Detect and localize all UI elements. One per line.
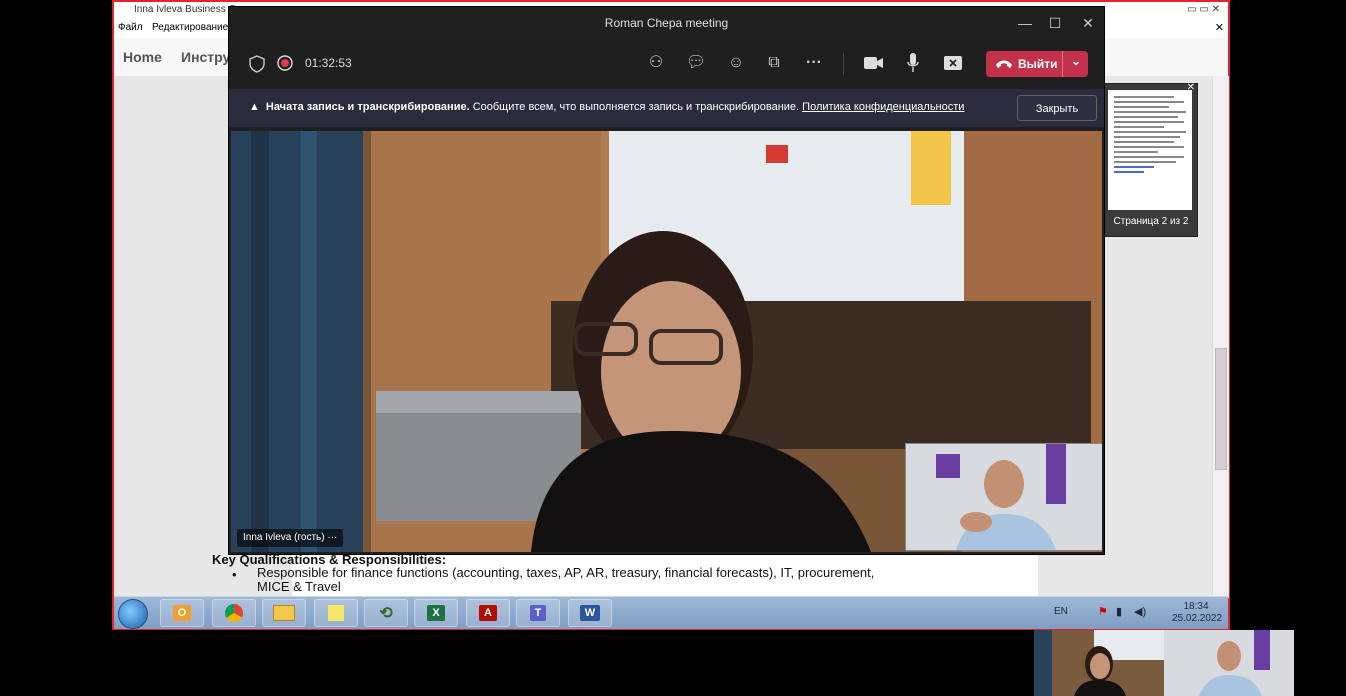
thumbnail-text-lines xyxy=(1114,96,1186,173)
folder-icon[interactable] xyxy=(262,599,306,627)
scrollbar-thumb[interactable] xyxy=(1215,348,1227,470)
recording-icon xyxy=(277,55,293,71)
acrobat-icon[interactable]: A xyxy=(466,599,510,627)
phone-hangup-icon xyxy=(996,60,1012,68)
window-controls-icon[interactable]: ▭ ▭ ✕ xyxy=(1187,2,1220,18)
start-button[interactable] xyxy=(118,599,148,629)
teams-meeting-window: Roman Chepa meeting — ☐ ✕ 01:32:53 ⚇ 💬︎ … xyxy=(228,6,1105,555)
camera-icon[interactable] xyxy=(864,56,884,70)
chat-icon[interactable]: 💬︎ xyxy=(685,52,707,74)
volume-icon[interactable]: ◀) xyxy=(1134,605,1146,618)
recording-banner: ▲ Начата запись и транскрибирование. Сооб… xyxy=(229,89,1104,127)
page-thumbnail-panel[interactable]: Страница 2 из 2 ✕ xyxy=(1104,82,1198,237)
bottom-video-strip xyxy=(1034,630,1294,696)
acrobat-title: Inna Ivleva Business C xyxy=(134,4,236,15)
teams-icon[interactable]: T xyxy=(516,599,560,627)
leave-separator xyxy=(1062,51,1063,77)
chevron-down-icon[interactable]: ⌄ xyxy=(1066,54,1086,68)
word-icon[interactable]: W xyxy=(568,599,612,627)
signal-icon[interactable]: ▮ xyxy=(1116,605,1122,618)
banner-bold: Начата запись и транскрибирование. xyxy=(265,101,470,113)
warning-icon: ▲ xyxy=(249,101,260,113)
chrome-icon[interactable] xyxy=(212,599,256,627)
share-screen-icon[interactable]: ⧉ xyxy=(763,52,785,74)
flag-icon[interactable]: ⚑ xyxy=(1098,605,1108,618)
excel-icon[interactable]: X xyxy=(414,599,458,627)
clock-date: 25.02.2022 xyxy=(1172,613,1223,624)
microphone-icon[interactable] xyxy=(907,53,919,73)
sticky-notes-icon[interactable] xyxy=(314,599,358,627)
toolbar-divider xyxy=(843,53,844,75)
stop-share-icon[interactable] xyxy=(944,56,962,70)
participants-icon[interactable]: ⚇ xyxy=(645,52,667,74)
banner-message: ▲ Начата запись и транскрибирование. Сооб… xyxy=(249,101,964,113)
self-view-image xyxy=(906,444,1102,550)
meeting-title: Roman Chepa meeting xyxy=(604,16,729,30)
more-options-icon[interactable]: ··· xyxy=(327,532,337,543)
meeting-timer: 01:32:53 xyxy=(305,56,352,70)
taskbar: O ⟲ X A T W EN ⚑ ▮ ◀) 18:34 25.02.2022 xyxy=(114,596,1228,629)
self-view-video[interactable] xyxy=(905,443,1102,551)
close-icon[interactable]: ✕ xyxy=(1187,82,1195,93)
participant-name: Inna Ivleva (гость) xyxy=(243,532,325,543)
minimize-icon[interactable]: — xyxy=(1015,13,1035,33)
more-options-icon[interactable]: ··· xyxy=(803,52,825,74)
page-counter: Страница 2 из 2 xyxy=(1113,216,1189,227)
participant-name-tag: Inna Ivleva (гость) ··· xyxy=(237,529,344,547)
banner-text: Сообщите всем, что выполняется запись и … xyxy=(472,101,800,113)
network-icon[interactable]: ⟲ xyxy=(364,599,408,627)
vertical-scrollbar[interactable] xyxy=(1212,76,1229,598)
main-video-feed[interactable]: Inna Ivleva (гость) ··· xyxy=(231,131,1102,552)
doc-bullet-text: Responsible for finance functions (accou… xyxy=(257,565,875,594)
bottom-video-image xyxy=(1034,630,1294,696)
banner-close-button[interactable]: Закрыть xyxy=(1017,95,1097,121)
menu-file[interactable]: Файл xyxy=(118,18,143,38)
language-indicator[interactable]: EN xyxy=(1054,606,1068,617)
menu-edit[interactable]: Редактирование xyxy=(152,18,228,38)
leave-button[interactable]: Выйти ⌄ xyxy=(986,51,1088,77)
page-thumbnail[interactable] xyxy=(1108,90,1192,210)
privacy-policy-link[interactable]: Политика конфиденциальности xyxy=(802,101,964,113)
tab-tools[interactable]: Инстру xyxy=(181,38,230,76)
outlook-icon[interactable]: O xyxy=(160,599,204,627)
shield-icon[interactable] xyxy=(249,55,265,73)
bullet-icon: • xyxy=(232,567,237,582)
clock[interactable]: 18:34 25.02.2022 xyxy=(1172,601,1223,625)
maximize-icon[interactable]: ☐ xyxy=(1045,13,1065,33)
clock-time: 18:34 xyxy=(1183,601,1209,612)
close-icon[interactable]: ✕ xyxy=(1215,18,1224,38)
tab-home[interactable]: Home xyxy=(123,38,162,76)
meeting-toolbar: 01:32:53 ⚇ 💬︎ ☺ ⧉ ··· Выйти ⌄ xyxy=(229,39,1104,89)
leave-label: Выйти xyxy=(1018,57,1058,71)
close-icon[interactable]: ✕ xyxy=(1078,13,1098,33)
reactions-icon[interactable]: ☺ xyxy=(725,52,747,74)
teams-titlebar: Roman Chepa meeting — ☐ ✕ xyxy=(229,7,1104,39)
